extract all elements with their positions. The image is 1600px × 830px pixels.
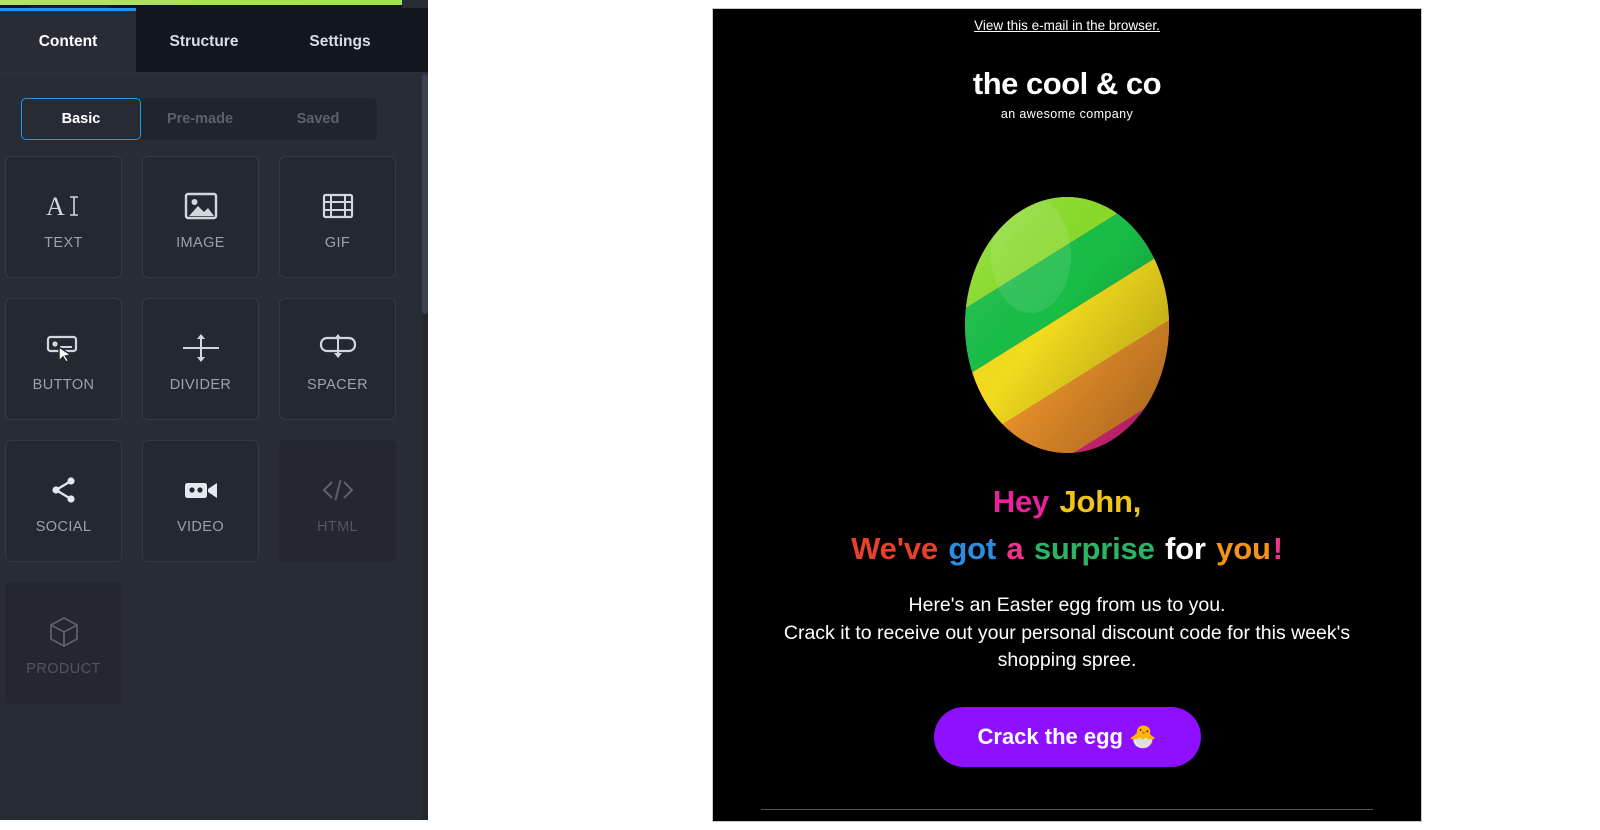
headline-line-1: Hey John, [747,479,1387,526]
button-icon [45,325,83,371]
tab-structure-label: Structure [169,32,239,50]
tab-settings-label: Settings [309,32,371,50]
spacer-icon [319,325,357,371]
upload-progress-bar [0,0,402,5]
content-block-palette: A TEXT IMAGE GIF BUTTON DIVIDER SPACER S… [5,156,405,724]
block-category-segmented-control: Basic Pre-made Saved [21,98,377,140]
body-line-2: Crack it to receive out your personal di… [783,621,1351,672]
segment-pre-made[interactable]: Pre-made [141,98,259,140]
view-in-browser-link[interactable]: View this e-mail in the browser. [974,18,1160,33]
block-html-label: HTML [316,519,359,535]
block-divider-label: DIVIDER [169,377,232,393]
gif-icon [322,183,354,229]
sidebar-tabbar: Content Structure Settings [0,8,428,73]
headline-word-surprise: surprise [1033,530,1164,566]
tab-content-label: Content [38,32,98,50]
tab-structure[interactable]: Structure [136,8,272,72]
app-root: Content Structure Settings Basic Pre-mad… [0,0,1600,830]
segment-basic[interactable]: Basic [21,98,141,140]
headline-word-for: for [1165,530,1215,566]
block-text[interactable]: A TEXT [5,156,122,278]
headline-word-you: you [1216,530,1271,566]
brand-tagline: an awesome company [1000,107,1134,121]
tab-settings[interactable]: Settings [272,8,408,72]
segment-saved[interactable]: Saved [259,98,377,140]
segment-basic-label: Basic [61,111,101,127]
block-social[interactable]: SOCIAL [5,440,122,562]
email-footer-divider [761,809,1373,811]
easter-egg-image[interactable] [961,155,1173,455]
headline-line-2: We've got a surprise for you! [747,526,1387,573]
crack-the-egg-button[interactable]: Crack the egg 🐣 [933,707,1201,768]
block-divider[interactable]: DIVIDER [142,298,259,420]
block-social-label: SOCIAL [35,519,92,535]
image-icon [184,183,218,229]
headline-word-exclaim: ! [1272,530,1283,566]
block-spacer-label: SPACER [307,377,368,393]
svg-text:A: A [46,192,65,221]
hero-image-container [747,155,1387,455]
headline-word-john: John, [1059,484,1142,519]
block-video[interactable]: VIDEO [142,440,259,562]
block-spacer[interactable]: SPACER [279,298,396,420]
headline-word-hey: Hey [992,484,1058,519]
top-progress-bar-area [0,0,402,12]
block-button[interactable]: BUTTON [5,298,122,420]
block-html: HTML [279,440,396,562]
text-icon: A [44,183,84,229]
block-image-label: IMAGE [176,235,225,251]
block-button-label: BUTTON [32,377,95,393]
block-video-label: VIDEO [176,519,225,535]
body-line-1: Here's an Easter egg from us to you. [908,594,1226,616]
segment-saved-label: Saved [296,111,340,127]
block-text-label: TEXT [44,235,83,251]
divider-icon [181,325,221,371]
tab-content[interactable]: Content [0,8,136,72]
block-gif[interactable]: GIF [279,156,396,278]
block-gif-label: GIF [324,235,351,251]
cube-icon [47,609,81,655]
video-camera-icon [183,467,219,513]
block-product: PRODUCT [5,582,122,704]
headline-word-got: got [948,530,1005,566]
cta-container: Crack the egg 🐣 [747,707,1387,768]
email-preview-canvas: View this e-mail in the browser. the coo… [428,0,1600,830]
email-headline: Hey John, We've got a surprise for you! [747,479,1387,572]
code-icon [321,467,355,513]
headline-word-a: a [1006,530,1032,566]
social-share-icon [49,467,79,513]
headline-word-weve: We've [851,530,947,566]
block-image[interactable]: IMAGE [142,156,259,278]
email-body-copy: Here's an Easter egg from us to you. Cra… [747,592,1387,675]
block-product-label: PRODUCT [26,661,101,677]
email-preview: View this e-mail in the browser. the coo… [712,8,1422,822]
brand-name: the cool & co [972,66,1162,101]
editor-sidebar: Content Structure Settings Basic Pre-mad… [0,0,428,820]
segment-pre-made-label: Pre-made [166,111,234,127]
